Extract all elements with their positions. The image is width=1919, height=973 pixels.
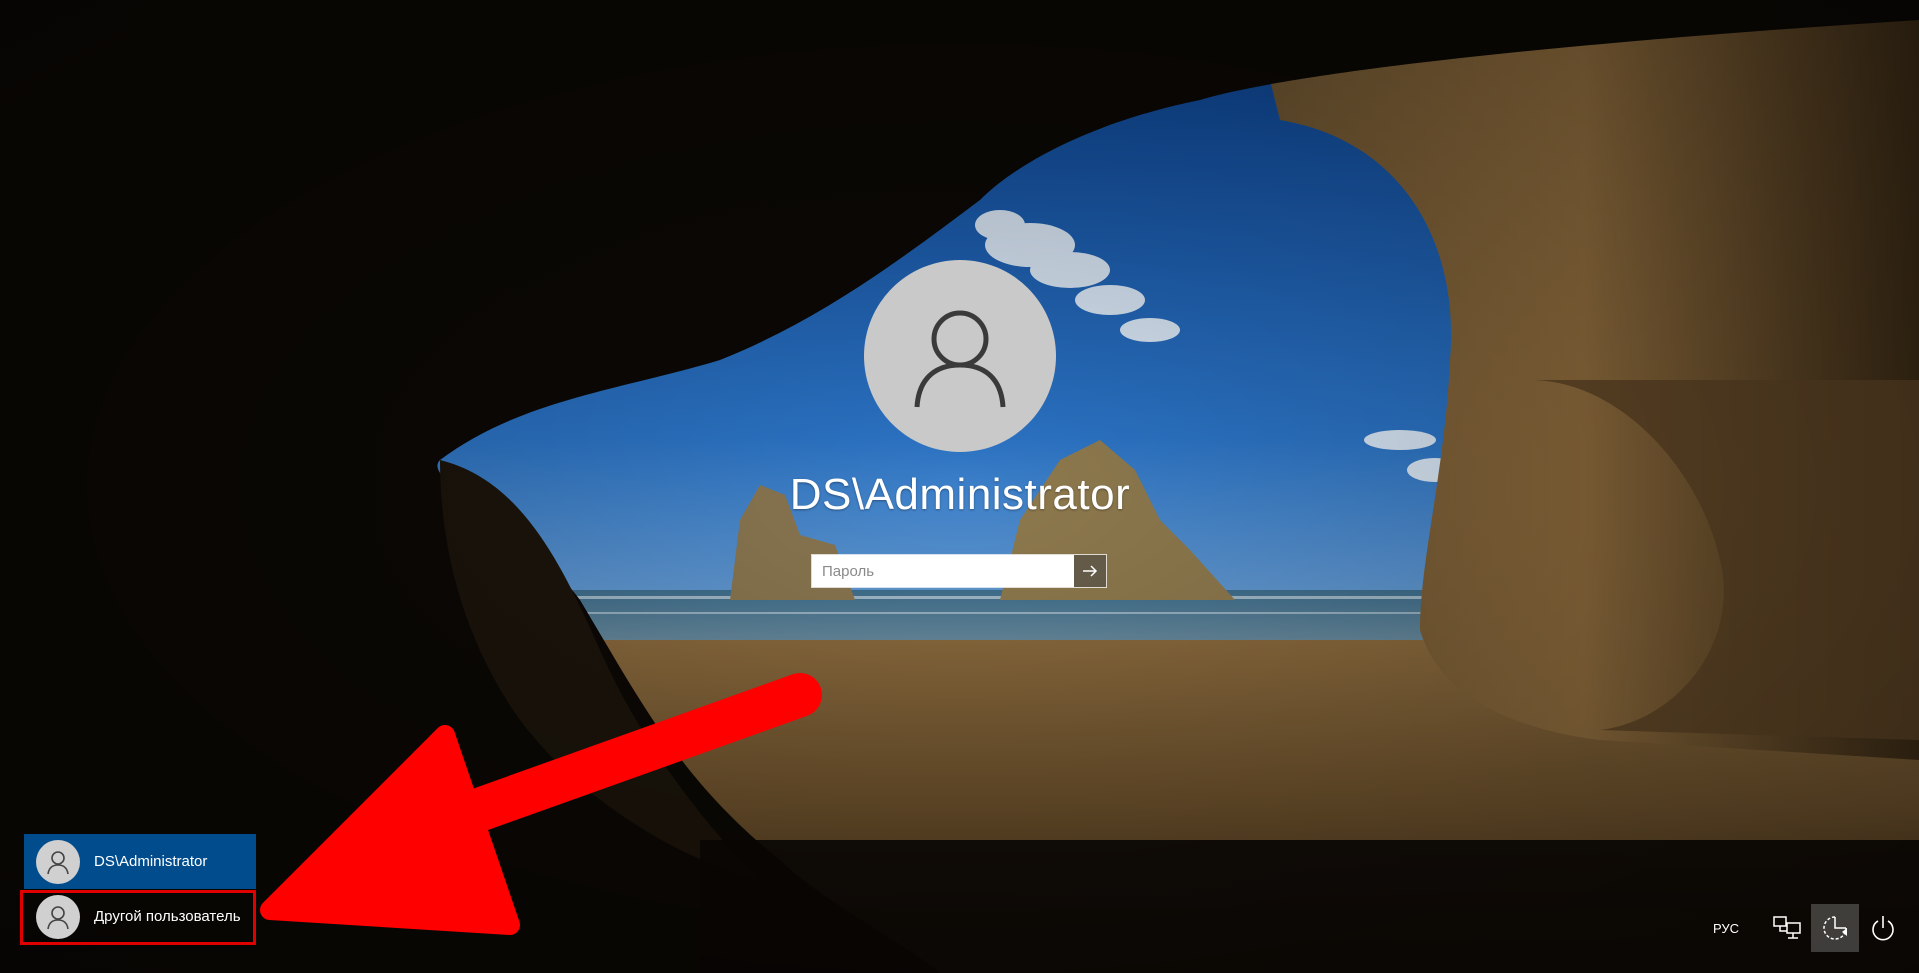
system-controls: РУС bbox=[1713, 904, 1919, 952]
user-list: DS\Administrator Другой пользователь bbox=[24, 834, 256, 944]
avatar bbox=[36, 894, 80, 939]
power-icon bbox=[1872, 916, 1894, 941]
ease-of-access-icon bbox=[1823, 916, 1847, 940]
submit-button[interactable] bbox=[1074, 555, 1106, 587]
user-icon bbox=[914, 310, 1006, 408]
password-input[interactable] bbox=[812, 555, 1074, 587]
lock-screen: DS\Administrator DS\Administrator Другой… bbox=[0, 0, 1919, 973]
avatar bbox=[36, 839, 80, 884]
arrow-right-icon bbox=[1083, 565, 1098, 577]
user-item-administrator[interactable]: DS\Administrator bbox=[24, 834, 256, 889]
user-icon bbox=[47, 905, 69, 929]
username-heading: DS\Administrator bbox=[789, 470, 1131, 519]
network-button[interactable] bbox=[1763, 904, 1811, 952]
user-icon bbox=[47, 850, 69, 874]
power-button[interactable] bbox=[1859, 904, 1907, 952]
user-item-other-user[interactable]: Другой пользователь bbox=[24, 889, 256, 944]
ease-of-access-button[interactable] bbox=[1811, 904, 1859, 952]
user-item-label: DS\Administrator bbox=[94, 853, 208, 870]
language-indicator[interactable]: РУС bbox=[1713, 921, 1739, 936]
network-icon bbox=[1773, 916, 1801, 939]
user-avatar-large bbox=[864, 260, 1056, 452]
password-field-container bbox=[811, 554, 1107, 588]
user-item-label: Другой пользователь bbox=[94, 908, 241, 925]
